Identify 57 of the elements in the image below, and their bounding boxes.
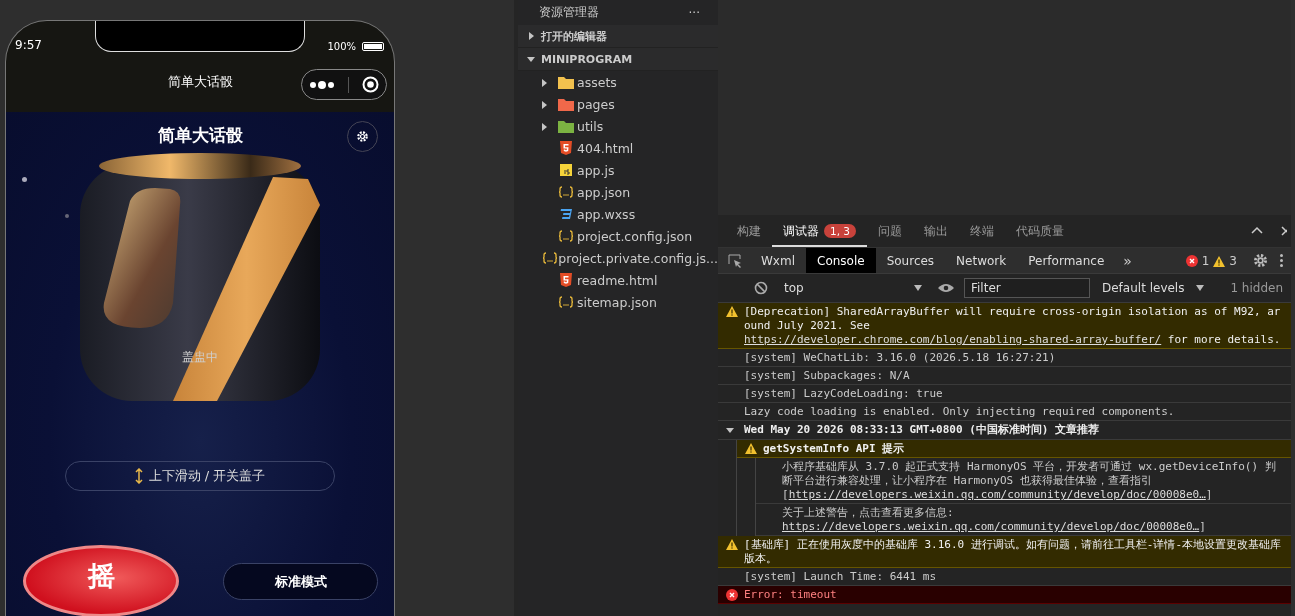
folder-item[interactable]: assets xyxy=(518,71,718,93)
console-message: [system] LazyCodeLoading: true xyxy=(744,387,943,401)
console-message: Wed May 20 2026 08:33:13 GMT+0800 (中国标准时间) 文章推荐 xyxy=(744,423,1100,438)
file-item[interactable]: app.js xyxy=(518,159,718,181)
file-item[interactable]: app.json xyxy=(518,181,718,203)
debug-tab[interactable]: 构建 xyxy=(726,215,772,247)
count-badge: 1, 3 xyxy=(824,224,857,238)
panel-tab[interactable]: Performance xyxy=(1017,248,1116,273)
explorer-section[interactable]: MINIPROGRAM xyxy=(518,48,718,71)
mode-button[interactable]: 标准模式 xyxy=(223,563,378,600)
more-actions-button[interactable]: ··· xyxy=(688,5,700,20)
debug-tab[interactable]: 调试器 1, 3 xyxy=(772,215,868,247)
battery-percent: 100% xyxy=(327,41,356,52)
hidden-count: 1 hidden xyxy=(1230,281,1283,295)
shake-button[interactable]: 摇 xyxy=(23,545,179,616)
levels-dropdown[interactable]: Default levels xyxy=(1100,281,1187,295)
error-count: 1 xyxy=(1201,253,1210,268)
console-link[interactable]: https://developers.weixin.qq.com/community/develop/doc/00008e0… xyxy=(788,488,1206,501)
debug-tab[interactable]: 输出 xyxy=(913,215,960,247)
explorer-section[interactable]: 打开的编辑器 xyxy=(518,25,718,48)
console-message: [system] WeChatLib: 3.16.0 (2026.5.18 16:27:21) xyxy=(744,351,1056,365)
status-time: 9:57 xyxy=(15,38,42,52)
file-item[interactable]: project.config.json xyxy=(518,225,718,247)
console-message: Lazy code loading is enabled. Only injecting required components. xyxy=(744,405,1175,419)
more-tabs-button[interactable]: » xyxy=(1115,252,1140,269)
console-message: [system] Launch Time: 6441 ms xyxy=(744,570,937,584)
file-item[interactable]: sitemap.json xyxy=(518,291,718,313)
filter-input[interactable]: Filter xyxy=(964,278,1090,298)
hint-text: 上下滑动 / 开关盖子 xyxy=(148,467,266,485)
nav-title: 简单大话骰 xyxy=(167,73,233,91)
panel-tab[interactable]: Console xyxy=(806,248,876,273)
console-message: [Deprecation] SharedArrayBuffer will require cross-origin isolation as of M92, around July 2021. See https://developer.chrome.com/blog/enabling-shared-array-buffer/ for more details. xyxy=(744,305,1282,347)
console-message: Error: timeout xyxy=(744,588,837,602)
debug-tab[interactable]: 问题 xyxy=(867,215,914,247)
console-message: [system] Subpackages: N/A xyxy=(744,369,910,383)
console-link[interactable]: https://developer.chrome.com/blog/enabling-shared-array-buffer/ xyxy=(744,333,1162,346)
folder-item[interactable]: utils xyxy=(518,115,718,137)
file-item[interactable]: project.private.config.js... xyxy=(518,247,718,269)
explorer-title: 资源管理器 xyxy=(539,4,599,21)
cup-status-label: 盖盅中 xyxy=(181,349,219,366)
context-dropdown[interactable]: top xyxy=(778,281,928,295)
file-item[interactable]: 404.html xyxy=(518,137,718,159)
debug-tab[interactable]: 代码质量 xyxy=(1005,215,1076,247)
page-title: 简单大话骰 xyxy=(157,124,243,147)
console-message: 关于上述警告，点击查看更多信息: https://developers.weixin.qq.com/community/develop/doc/00008e0…] xyxy=(782,506,1207,534)
panel-tab[interactable]: Sources xyxy=(875,248,946,273)
console-message: [基础库] 正在使用灰度中的基础库 3.16.0 进行调试。如有问题，请前往工具栏-详情-本地设置更改基础库版本。 xyxy=(744,538,1283,566)
console-message: getSystemInfo API 提示 xyxy=(763,442,905,456)
console-link[interactable]: https://developers.weixin.qq.com/community/develop/doc/00008e0… xyxy=(782,520,1200,533)
panel-tab[interactable]: Wxml xyxy=(750,248,806,273)
panel-tab[interactable]: Network xyxy=(945,248,1018,273)
debug-tab[interactable]: 终端 xyxy=(959,215,1006,247)
warning-count: 3 xyxy=(1229,253,1237,268)
console-message: 小程序基础库从 3.7.0 起正式支持 HarmonyOS 平台，开发者可通过 wx.getDeviceInfo() 判断平台进行兼容处理，让小程序在 HarmonyOS 也获得最佳体验，查看指引[https://developers.weixin.qq.com/community/develop/doc/00008e0…] xyxy=(782,460,1277,502)
file-item[interactable]: readme.html xyxy=(518,269,718,291)
file-item[interactable]: app.wxss xyxy=(518,203,718,225)
folder-item[interactable]: pages xyxy=(518,93,718,115)
